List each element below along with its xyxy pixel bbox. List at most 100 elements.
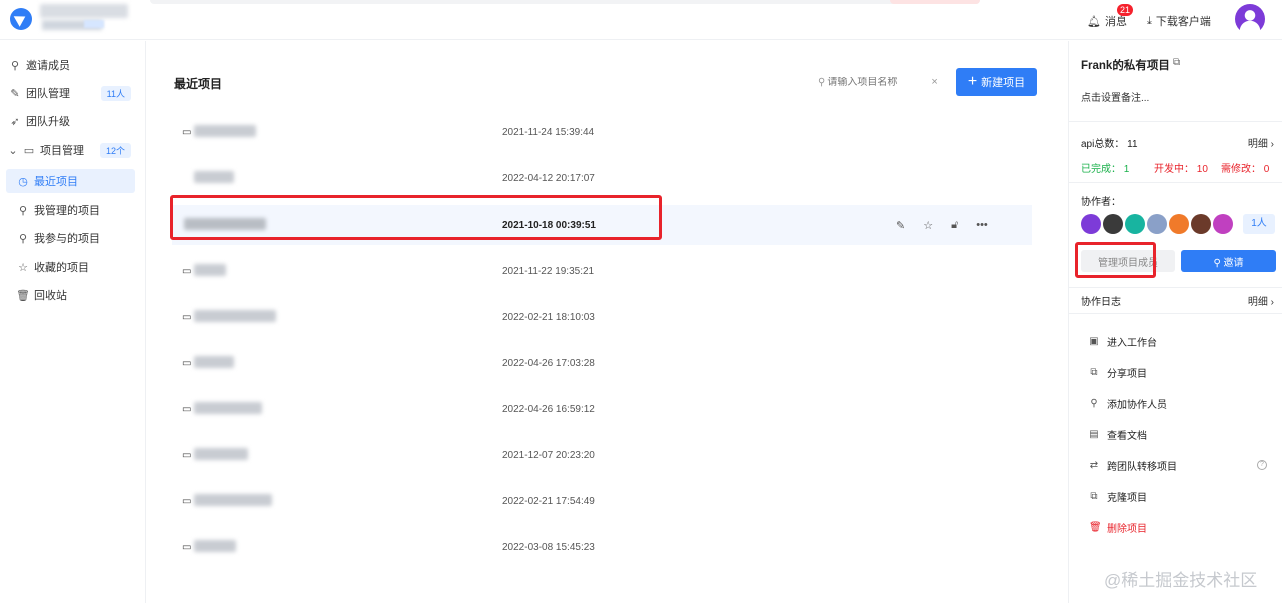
avatar[interactable] xyxy=(1103,214,1123,234)
project-name-blurred xyxy=(194,540,236,552)
sidebar-item-invite-members[interactable]: ⚲ 邀请成员 xyxy=(0,53,146,77)
sidebar-item-team-management[interactable]: ✎ 团队管理 11人 xyxy=(0,81,146,105)
edit-title-icon[interactable]: ⧉ xyxy=(1173,57,1180,68)
user-icon: ⚲ xyxy=(18,204,28,217)
help-icon[interactable]: ? xyxy=(1257,460,1267,470)
sidebar-item-team-upgrade[interactable]: ➶ 团队升级 xyxy=(0,109,146,133)
needs-fix-label: 需修改： xyxy=(1221,164,1261,175)
api-detail-link[interactable]: 明细 › xyxy=(1248,135,1274,150)
table-row[interactable]: ▭ 2022-04-26 16:59:12 xyxy=(172,389,1032,429)
action-clone-project[interactable]: ⧉ 克隆项目 xyxy=(1089,489,1147,504)
avatar[interactable] xyxy=(1169,214,1189,234)
action-label: 克隆项目 xyxy=(1107,493,1147,504)
user-icon: ⚲ xyxy=(18,232,28,245)
chevron-right-icon: › xyxy=(1270,297,1274,308)
highlight-box-manage xyxy=(1075,242,1156,278)
sidebar-item-my-managed-projects[interactable]: ⚲ 我管理的项目 xyxy=(0,198,146,222)
star-icon: ☆ xyxy=(18,261,28,274)
table-row[interactable]: ▭ 2022-02-21 17:54:49 xyxy=(172,481,1032,521)
developing-stat: 开发中： 10 xyxy=(1154,160,1208,175)
watermark: @稀土掘金技术社区 xyxy=(1104,571,1258,590)
folder-icon: ▭ xyxy=(182,541,192,553)
project-note[interactable]: 点击设置备注... xyxy=(1081,89,1149,104)
user-icon: ⚲ xyxy=(1090,398,1098,409)
invite-button[interactable]: ⚲ 邀请 xyxy=(1181,250,1276,272)
api-detail-label: 明细 xyxy=(1247,139,1268,150)
new-project-button[interactable]: + 新建项目 xyxy=(956,68,1037,96)
project-time: 2022-04-26 17:03:28 xyxy=(502,357,595,369)
download-client-button[interactable]: ⤓ 下载客户端 xyxy=(1147,13,1211,29)
needs-fix-value: 0 xyxy=(1263,164,1270,175)
lock-icon[interactable]: 🔓︎ xyxy=(951,219,958,232)
sidebar-item-recent-projects[interactable]: ◷ 最近项目 xyxy=(6,169,135,193)
collab-log-label: 协作日志 xyxy=(1081,297,1121,308)
needs-fix-stat: 需修改： 0 xyxy=(1221,160,1269,175)
sidebar-item-label: 我管理的项目 xyxy=(34,205,100,217)
sidebar-item-my-participated-projects[interactable]: ⚲ 我参与的项目 xyxy=(0,226,146,250)
avatar[interactable] xyxy=(1081,214,1101,234)
project-time: 2022-03-08 15:45:23 xyxy=(502,541,595,553)
rocket-icon: ➶ xyxy=(10,115,20,128)
project-time: 2022-04-12 20:17:07 xyxy=(502,172,595,184)
chevron-down-icon: ⌄ xyxy=(8,144,18,157)
table-row[interactable]: ▭ 2022-04-26 17:03:28 xyxy=(172,343,1032,383)
log-detail-label: 明细 xyxy=(1247,297,1268,308)
table-row[interactable]: ▭ 2022-03-08 15:45:23 xyxy=(172,527,1032,567)
folder-icon: ▭ xyxy=(182,449,192,461)
messages-button[interactable]: 🔔︎ 消息 21 xyxy=(1087,4,1134,29)
user-icon: ⚲ xyxy=(1213,257,1221,269)
action-view-docs[interactable]: ▤ 查看文档 xyxy=(1089,427,1147,442)
sidebar-item-starred-projects[interactable]: ☆ 收藏的项目 xyxy=(0,255,146,279)
action-delete-project[interactable]: 🗑︎ 删除项目 xyxy=(1089,520,1147,535)
download-icon: ⤓ xyxy=(1147,14,1152,27)
more-icon[interactable]: ••• xyxy=(976,219,988,232)
avatar[interactable] xyxy=(1147,214,1167,234)
api-total-label: api总数： xyxy=(1081,139,1125,150)
action-transfer-project[interactable]: ⇄ 跨团队转移项目 xyxy=(1089,458,1177,473)
table-row[interactable]: ▭ 2021-12-07 20:23:20 xyxy=(172,435,1032,475)
share-icon: ⧉ xyxy=(1090,367,1098,378)
table-row[interactable]: ▭ 2021-11-22 19:35:21 xyxy=(172,251,1032,291)
table-row[interactable]: ▭ 2021-11-24 15:39:44 xyxy=(172,112,1032,152)
sidebar-item-label: 回收站 xyxy=(34,290,67,302)
table-row[interactable]: ▭ 2022-02-21 18:10:03 xyxy=(172,297,1032,337)
sidebar-item-recycle-bin[interactable]: 🗑︎ 回收站 xyxy=(0,283,146,307)
action-enter-workbench[interactable]: ▣ 进入工作台 xyxy=(1089,334,1157,349)
project-time: 2021-11-24 15:39:44 xyxy=(502,126,595,138)
folder-icon: ▭ xyxy=(23,144,35,157)
clear-search-icon[interactable]: × xyxy=(931,76,937,88)
star-icon[interactable]: ☆ xyxy=(923,219,933,232)
action-add-collaborator[interactable]: ⚲ 添加协作人员 xyxy=(1089,396,1167,411)
sidebar-item-project-management[interactable]: ⌄ ▭ 项目管理 12个 xyxy=(0,138,146,162)
developing-label: 开发中： xyxy=(1154,164,1194,175)
sidebar-item-label: 团队管理 xyxy=(26,88,70,100)
table-row[interactable]: 2022-04-12 20:17:07 xyxy=(172,158,1032,198)
team-tag-blurred xyxy=(84,20,104,28)
divider xyxy=(1069,287,1282,288)
trash-icon: 🗑︎ xyxy=(1089,522,1102,533)
folder-icon: ▭ xyxy=(182,403,192,415)
action-label: 查看文档 xyxy=(1107,431,1147,442)
action-label: 删除项目 xyxy=(1107,524,1147,535)
project-name-blurred xyxy=(194,171,234,183)
app-logo-icon[interactable] xyxy=(10,8,32,30)
action-share-project[interactable]: ⧉ 分享项目 xyxy=(1089,365,1147,380)
sidebar-item-label: 团队升级 xyxy=(26,116,70,128)
folder-icon: ▭ xyxy=(182,265,192,277)
transfer-icon: ⇄ xyxy=(1089,460,1099,471)
user-avatar[interactable] xyxy=(1235,4,1265,34)
avatar[interactable] xyxy=(1125,214,1145,234)
team-name-blurred[interactable] xyxy=(40,4,128,18)
project-title: Frank的私有项目 xyxy=(1081,60,1170,72)
edit-icon[interactable]: ✎ xyxy=(896,219,905,232)
team-count-badge: 11人 xyxy=(100,85,131,101)
log-detail-link[interactable]: 明细 › xyxy=(1248,293,1274,308)
avatar[interactable] xyxy=(1191,214,1211,234)
search-input[interactable] xyxy=(827,76,932,88)
project-time: 2022-02-21 18:10:03 xyxy=(502,311,595,323)
collaborator-count-badge[interactable]: 1人 xyxy=(1243,214,1275,234)
avatar[interactable] xyxy=(1213,214,1233,234)
project-count-badge: 12个 xyxy=(99,142,131,158)
new-project-label: 新建项目 xyxy=(981,77,1026,89)
wrench-icon: ✎ xyxy=(10,87,20,100)
